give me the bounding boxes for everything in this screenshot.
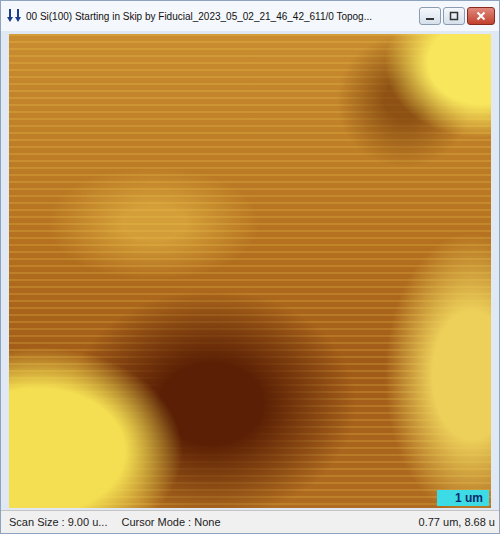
minimize-icon: [425, 11, 435, 21]
topography-image[interactable]: 1 um: [9, 34, 491, 508]
status-field: 0.77 um, 8.68 u: [419, 516, 499, 528]
maximize-button[interactable]: [443, 7, 465, 25]
window-title: 00 Si(100) Starting in Skip by Fiducial_…: [26, 11, 414, 22]
maximize-icon: [449, 11, 459, 21]
status-field: Cursor Mode : None: [121, 516, 404, 528]
minimize-button[interactable]: [419, 7, 441, 25]
scan-down-icon: [7, 8, 21, 24]
close-button[interactable]: [467, 7, 495, 25]
status-field: Scan Size : 9.00 u...: [9, 516, 107, 528]
scale-bar: 1 um: [437, 490, 489, 506]
close-icon: [476, 11, 486, 21]
image-window: 00 Si(100) Starting in Skip by Fiducial_…: [0, 0, 500, 534]
status-bar: Scan Size : 9.00 u... Cursor Mode : None 0…: [1, 510, 499, 533]
title-bar: 00 Si(100) Starting in Skip by Fiducial_…: [1, 1, 499, 31]
